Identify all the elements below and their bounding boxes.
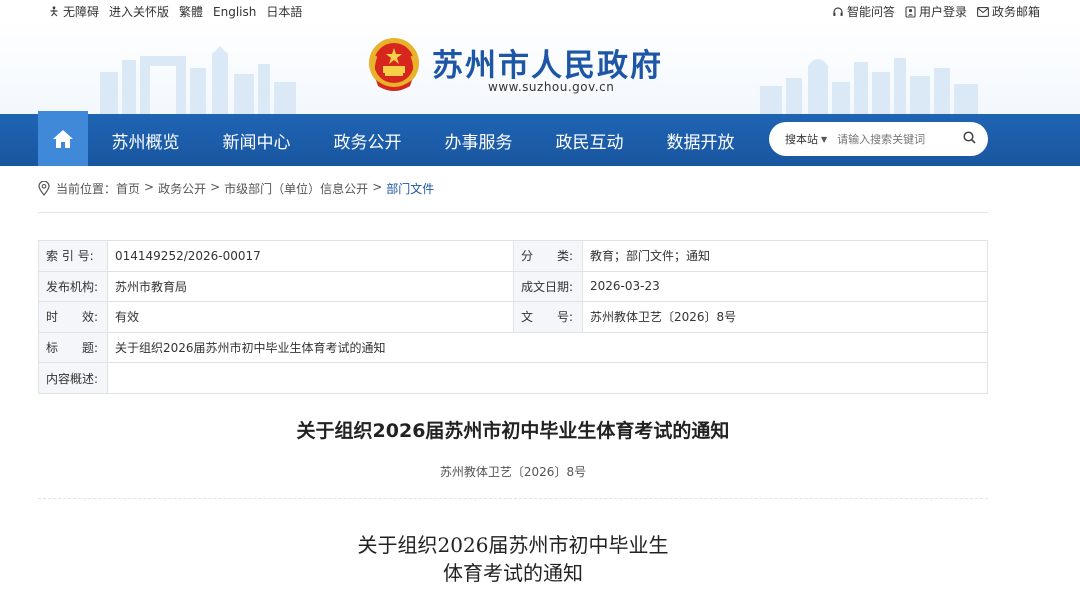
breadcrumb-separator: > [372,180,383,194]
date-value: 2026-03-23 [582,270,988,303]
breadcrumb-separator: > [144,180,155,194]
title-value: 关于组织2026届苏州市初中毕业生体育考试的通知 [107,331,988,364]
accessibility-link[interactable]: 无障碍 [48,3,99,20]
search-button[interactable] [963,131,976,147]
home-button[interactable] [38,111,88,166]
japanese-link[interactable]: 日本語 [266,3,302,20]
index-value: 014149252/2026-00017 [107,240,514,272]
top-left-links: 无障碍 进入关怀版 繁體 English 日本語 [48,3,302,20]
breadcrumb-dept-info[interactable]: 市级部门（单位）信息公开 [224,180,368,197]
user-icon [905,5,916,18]
table-row: 标 题: 关于组织2026届苏州市初中毕业生体育考试的通知 [38,331,988,364]
mail-icon [977,6,989,17]
article-doc-number: 苏州教体卫艺〔2026〕8号 [439,465,587,479]
date-label: 成文日期: [513,270,583,303]
accessibility-label: 无障碍 [63,5,100,19]
accessibility-icon [50,5,58,16]
traditional-chinese-link[interactable]: 繁體 [179,3,203,20]
category-label: 分 类: [513,240,583,272]
publisher-value: 苏州市教育局 [107,270,514,303]
top-right-links: 智能问答 用户登录 政务邮箱 [832,3,1040,20]
search-input[interactable] [837,132,958,146]
care-version-link[interactable]: 进入关怀版 [109,3,169,20]
site-header: 苏州市人民政府 www.suzhou.gov.cn [0,20,1080,114]
caret-down-icon: ▼ [821,134,828,144]
table-row: 发布机构: 苏州市教育局 成文日期: 2026-03-23 [38,270,988,303]
home-icon [53,129,73,148]
summary-label: 内容概述: [38,362,108,394]
user-login-link[interactable]: 用户登录 [905,3,967,20]
site-url: www.suzhou.gov.cn [488,80,615,94]
table-row: 内容概述: [38,362,988,394]
nav-item-suzhou-overview[interactable]: 苏州概览 [90,114,201,166]
article-body-title: 关于组织2026届苏州市初中毕业生 体育考试的通知 [38,531,988,587]
docno-value: 苏州教体卫艺〔2026〕8号 [582,301,988,333]
article-divider [38,498,988,499]
table-row: 时 效: 有效 文 号: 苏州教体卫艺〔2026〕8号 [38,301,988,333]
category-value: 教育；部门文件；通知 [582,240,988,272]
top-utility-bar: 无障碍 进入关怀版 繁體 English 日本語 智能问答 用户登录 政务邮箱 [0,0,1080,20]
nav-item-news-center[interactable]: 新闻中心 [201,114,312,166]
nav-item-gov-affairs[interactable]: 政务公开 [312,114,423,166]
nav-items: 苏州概览 新闻中心 政务公开 办事服务 政民互动 数据开放 [90,114,756,166]
article-title: 关于组织2026届苏州市初中毕业生体育考试的通知 [296,420,730,442]
site-title[interactable]: 苏州市人民政府 [432,40,663,85]
site-search-box: 搜本站 ▼ [769,122,988,156]
city-skyline-left-illustration [100,46,296,114]
breadcrumb-separator: > [210,180,221,194]
search-scope-dropdown[interactable]: 搜本站 ▼ [785,131,827,147]
national-emblem-logo [369,38,419,91]
gov-mail-label: 政务邮箱 [991,5,1040,19]
docno-label: 文 号: [513,301,583,333]
summary-value [107,362,988,394]
smart-qa-link[interactable]: 智能问答 [832,3,895,20]
article-body-title-line1: 关于组织2026届苏州市初中毕业生 [357,533,669,557]
document-metadata-table: 索 引 号: 014149252/2026-00017 分 类: 教育；部门文件… [38,240,988,394]
smart-qa-label: 智能问答 [846,5,895,19]
title-label: 标 题: [38,331,108,364]
search-icon [963,131,976,144]
breadcrumb-gov-affairs[interactable]: 政务公开 [158,180,206,197]
city-skyline-right-illustration [760,58,978,114]
nav-item-open-data[interactable]: 数据开放 [645,114,756,166]
headset-icon [833,6,843,16]
publisher-label: 发布机构: [38,270,108,303]
article-body-title-line2: 体育考试的通知 [443,561,583,585]
index-label: 索 引 号: [38,240,108,272]
nav-item-services[interactable]: 办事服务 [423,114,534,166]
user-login-label: 用户登录 [918,5,967,19]
breadcrumb: 当前位置： 首页 > 政务公开 > 市级部门（单位）信息公开 > 部门文件 [38,180,988,213]
location-pin-icon [38,181,50,196]
breadcrumb-home[interactable]: 首页 [116,180,140,197]
search-scope-label: 搜本站 [785,133,818,146]
gov-mail-link[interactable]: 政务邮箱 [977,3,1040,20]
nav-item-interaction[interactable]: 政民互动 [534,114,645,166]
main-nav: 苏州概览 新闻中心 政务公开 办事服务 政民互动 数据开放 搜本站 ▼ [0,111,1080,166]
english-link[interactable]: English [213,5,256,19]
breadcrumb-prefix: 当前位置： [56,182,117,196]
table-row: 索 引 号: 014149252/2026-00017 分 类: 教育；部门文件… [38,240,988,272]
breadcrumb-current[interactable]: 部门文件 [386,180,434,197]
validity-value: 有效 [107,301,514,333]
validity-label: 时 效: [38,301,108,333]
